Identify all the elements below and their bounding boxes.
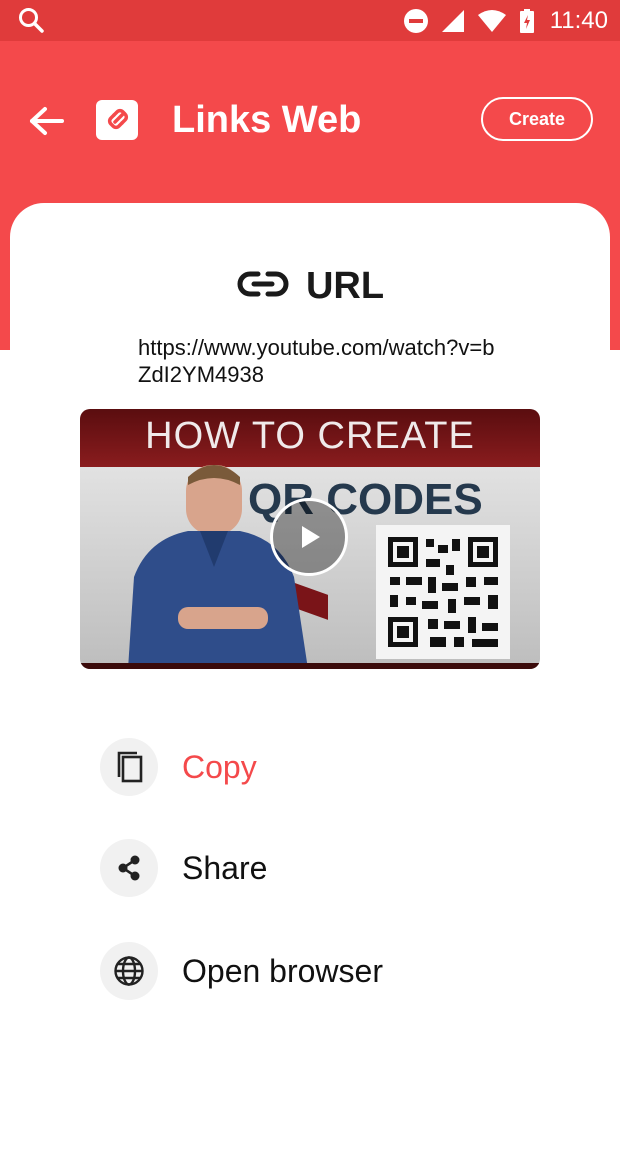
copy-icon <box>100 738 158 796</box>
video-banner-text: HOW TO CREATE <box>145 415 475 457</box>
play-icon <box>302 526 320 548</box>
search-icon[interactable] <box>18 7 44 38</box>
share-label: Share <box>182 849 268 886</box>
signal-icon <box>442 10 464 37</box>
qr-code-image <box>376 525 510 659</box>
status-bar: 11:40 <box>0 0 620 41</box>
link-icon <box>236 269 290 304</box>
back-button[interactable] <box>26 101 66 141</box>
globe-icon <box>100 942 158 1000</box>
arrow-back-icon <box>30 107 64 135</box>
create-button[interactable]: Create <box>481 97 593 141</box>
type-label: URL <box>305 265 385 307</box>
play-button[interactable] <box>270 498 348 576</box>
app-logo-link-icon <box>96 100 138 140</box>
url-text: https://www.youtube.com/watch?v=bZdI2YM4… <box>138 335 495 387</box>
video-bottom-strip <box>80 663 540 669</box>
open-browser-label: Open browser <box>182 952 383 989</box>
copy-label: Copy <box>182 748 257 785</box>
content-card: URL https://www.youtube.com/watch?v=bZdI… <box>10 203 610 1160</box>
wifi-icon <box>478 10 506 37</box>
battery-icon <box>520 9 534 38</box>
type-header: URL <box>10 265 610 308</box>
share-action[interactable]: Share <box>100 838 540 898</box>
video-thumbnail[interactable]: HOW TO CREATE QR CODES <box>80 409 540 669</box>
open-browser-action[interactable]: Open browser <box>100 941 540 1001</box>
share-icon <box>100 839 158 897</box>
copy-action[interactable]: Copy <box>100 737 540 797</box>
status-time: 11:40 <box>549 7 608 34</box>
app-title: Links Web <box>172 99 362 141</box>
do-not-disturb-icon <box>404 9 428 38</box>
